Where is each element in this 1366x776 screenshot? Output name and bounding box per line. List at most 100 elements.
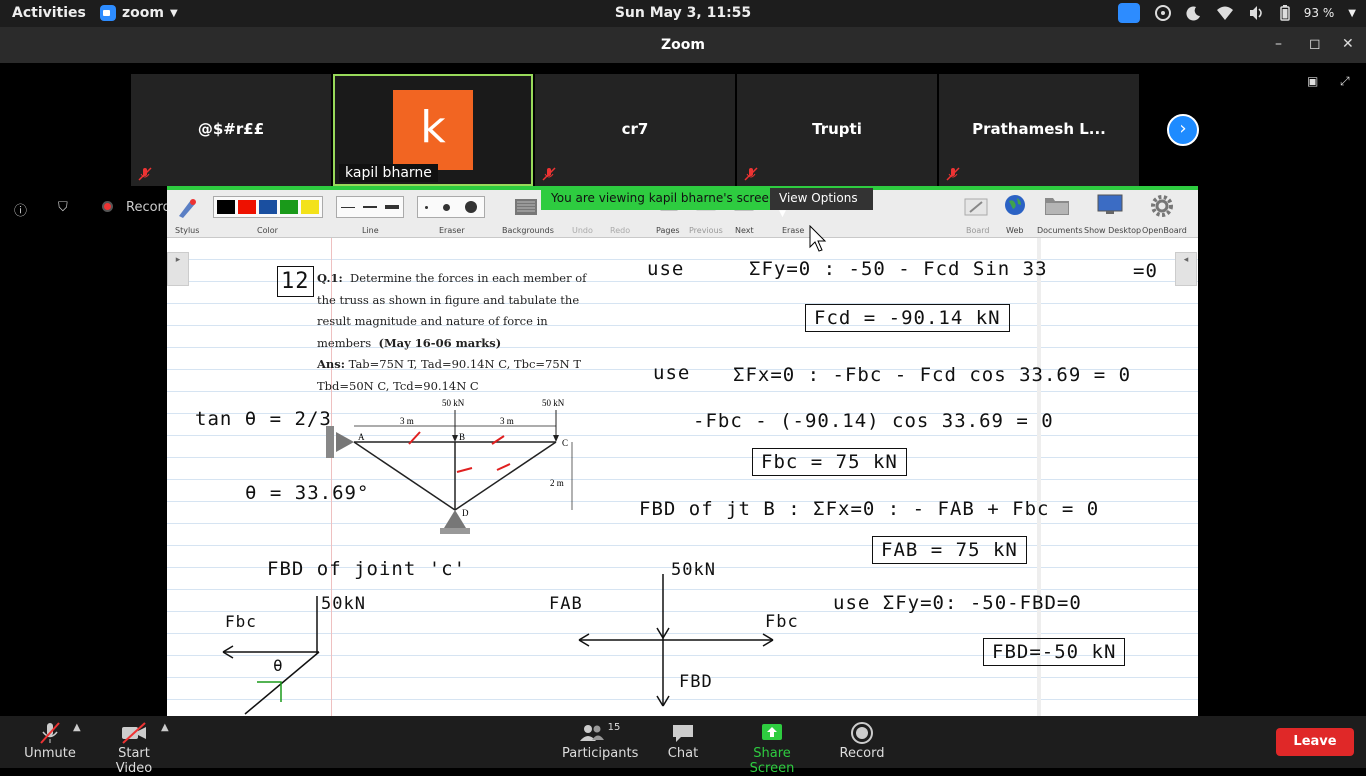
truss-height: 2 m <box>550 478 564 488</box>
minimize-button[interactable]: – <box>1275 36 1282 52</box>
ink-box-3: FAB = 75 kN <box>872 536 1027 564</box>
battery-icon <box>1280 5 1290 21</box>
truss-node-d: D <box>462 508 469 518</box>
undo-label[interactable]: Undo <box>572 226 593 235</box>
color-yellow-swatch[interactable] <box>301 200 319 214</box>
right-panel-toggle[interactable]: ◂ <box>1175 252 1197 286</box>
participant-name: @$#r££ <box>197 120 265 138</box>
color-green-swatch[interactable] <box>280 200 298 214</box>
ink-tan: tan θ = 2/3 <box>195 408 332 430</box>
eraser-size-picker[interactable] <box>417 196 485 218</box>
backgrounds-icon[interactable] <box>514 196 538 218</box>
mic-muted-icon <box>542 167 556 181</box>
leave-button[interactable]: Leave <box>1276 728 1354 756</box>
color-palette[interactable] <box>213 196 323 218</box>
truss-node-b: B <box>459 432 465 442</box>
system-top-bar: Activities zoom ▼ Sun May 3, 11:55 93 % … <box>0 0 1366 27</box>
view-options-button[interactable]: View Options ▼ <box>770 188 873 219</box>
zoom-tray-icon[interactable] <box>1117 3 1140 23</box>
mic-muted-icon <box>744 167 758 181</box>
record-button[interactable]: Record <box>838 720 886 761</box>
viewing-banner: You are viewing kapil bharne's screen <box>541 188 787 210</box>
app-menu[interactable]: zoom ▼ <box>100 5 178 21</box>
joint-b-sketch <box>578 574 774 707</box>
answer-line-1: Tab=75N T, Tad=90.14N C, Tbc=75N T <box>348 357 582 371</box>
chevron-down-icon: ▼ <box>1348 7 1356 19</box>
truss-span-2: 3 m <box>500 416 514 426</box>
color-red-swatch[interactable] <box>238 200 256 214</box>
night-light-icon <box>1186 6 1200 21</box>
ink-box-1: Fcd = -90.14 kN <box>805 304 1010 332</box>
problem-marks: (May 16-06 marks) <box>378 335 502 350</box>
problem-tag: Q.1: <box>317 271 343 285</box>
chat-icon <box>673 725 693 742</box>
color-label: Color <box>257 226 278 235</box>
maximize-button[interactable]: ◻ <box>1309 36 1321 52</box>
whiteboard-canvas[interactable]: ▸ ◂ 12 Q.1: Determine the forces in each… <box>167 238 1198 716</box>
line-width-picker[interactable] <box>336 196 404 218</box>
close-button[interactable]: ✕ <box>1342 36 1354 52</box>
documents-icon[interactable] <box>1044 194 1070 216</box>
color-black-swatch[interactable] <box>217 200 235 214</box>
app-menu-label: zoom <box>122 5 164 21</box>
gear-icon[interactable] <box>1150 194 1174 218</box>
truss-node-c: C <box>562 438 568 448</box>
ink-use-2: use <box>653 362 691 384</box>
chevron-down-icon: ▼ <box>779 209 786 219</box>
recording-dot-icon <box>102 201 113 212</box>
window-title: Zoom <box>661 37 705 53</box>
participants-icon <box>579 725 604 741</box>
shared-screen[interactable]: Stylus Color Line Eraser Backgrounds Und… <box>167 190 1198 716</box>
participant-tile[interactable]: Prathamesh L... <box>939 74 1139 186</box>
view-options-label: View Options <box>779 191 858 205</box>
left-panel-toggle[interactable]: ▸ <box>167 252 189 286</box>
next-page-button[interactable]: › <box>1167 114 1199 146</box>
participant-name: Trupti <box>812 120 862 138</box>
stylus-label: Stylus <box>175 226 200 235</box>
chevron-up-icon[interactable]: ▲ <box>161 722 169 733</box>
updates-icon <box>1154 5 1171 21</box>
info-icon[interactable]: ⓘ <box>14 200 27 219</box>
system-tray[interactable]: 93 % ▼ <box>1117 3 1356 23</box>
ink-eq-1-tail: =0 <box>1133 260 1158 282</box>
ink-eq-2: ΣFx=0 : -Fbc - Fcd cos 33.69 = 0 <box>733 364 1132 386</box>
truss-load-b: 50 kN <box>442 398 465 408</box>
participant-name: kapil bharne <box>339 164 438 182</box>
stylus-icon[interactable] <box>175 196 199 220</box>
web-label: Web <box>1006 226 1024 235</box>
board-icon[interactable] <box>964 196 988 218</box>
unmute-button[interactable]: Unmute <box>22 720 78 761</box>
color-blue-swatch[interactable] <box>259 200 277 214</box>
zoom-app-icon <box>100 5 116 21</box>
shield-icon[interactable]: ⛉ <box>58 200 68 215</box>
participant-tile[interactable]: Trupti <box>737 74 937 186</box>
joint-c-sketch <box>222 596 320 715</box>
participants-count: 15 <box>607 721 621 733</box>
gallery-view-icon[interactable]: ▣ <box>1307 74 1318 88</box>
participant-tile[interactable]: cr7 <box>535 74 735 186</box>
ink-fbd-b: FBD of jt B : ΣFx=0 : - FAB + Fbc = 0 <box>639 498 1100 520</box>
next-label: Next <box>735 226 754 235</box>
redo-label[interactable]: Redo <box>610 226 630 235</box>
record-icon <box>851 722 873 744</box>
previous-label: Previous <box>689 226 723 235</box>
activities-button[interactable]: Activities <box>12 5 86 21</box>
volume-icon <box>1249 6 1262 20</box>
chevron-up-icon[interactable]: ▲ <box>73 722 81 733</box>
participant-tile[interactable]: @$#r££ <box>131 74 331 186</box>
video-off-icon <box>122 722 146 744</box>
web-icon[interactable] <box>1003 193 1027 217</box>
participants-button[interactable]: 15 Participants <box>562 720 638 762</box>
openboard-label: OpenBoard <box>1142 226 1187 235</box>
fullscreen-icon[interactable]: ⤢ <box>1340 74 1350 89</box>
unmute-label: Unmute <box>24 746 76 761</box>
chat-button[interactable]: Chat <box>664 720 702 761</box>
share-screen-label: Share Screen <box>749 746 795 776</box>
chevron-down-icon: ▼ <box>169 7 178 19</box>
mouse-cursor-icon <box>809 225 827 252</box>
ink-eq-4: use ΣFy=0: -50-FBD=0 <box>833 592 1082 614</box>
wifi-icon <box>1216 6 1233 20</box>
participant-tile-active-speaker[interactable]: k kapil bharne <box>333 74 533 186</box>
answer-line-2: Tbd=50N C, Tcd=90.14N C <box>317 378 479 393</box>
show-desktop-icon[interactable] <box>1097 194 1123 216</box>
